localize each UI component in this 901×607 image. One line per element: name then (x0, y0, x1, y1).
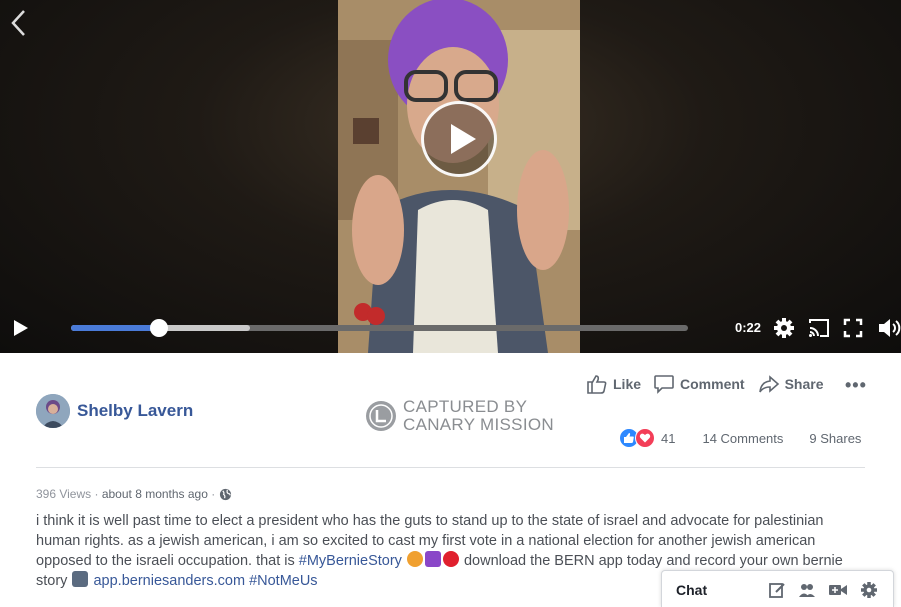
comment-count[interactable]: 14 Comments (702, 431, 783, 446)
compose-icon[interactable] (768, 581, 786, 599)
progress-bar[interactable] (71, 319, 688, 337)
meta-separator: · (91, 487, 102, 501)
post-timestamp[interactable]: about 8 months ago (102, 487, 208, 501)
like-button[interactable]: Like (586, 374, 641, 394)
hashtag-link[interactable]: #MyBernieStory (299, 553, 402, 569)
post-actions: Like Comment Share (586, 374, 824, 394)
share-count[interactable]: 9 Shares (809, 431, 861, 446)
volume-icon[interactable] (877, 316, 901, 340)
fist-emoji-icon (406, 551, 423, 567)
group-icon[interactable] (798, 581, 816, 599)
comment-button[interactable]: Comment (653, 374, 745, 394)
red-heart-emoji-icon (442, 551, 459, 567)
post-stats: 41 14 Comments 9 Shares (619, 428, 861, 448)
cast-icon[interactable] (808, 318, 830, 338)
play-button[interactable] (421, 101, 497, 177)
video-call-icon[interactable] (828, 581, 848, 599)
played-bar (71, 325, 159, 331)
reaction-count[interactable]: 41 (661, 431, 675, 446)
play-pause-icon[interactable] (13, 319, 29, 337)
scrubber-handle[interactable] (150, 319, 168, 337)
play-icon (451, 124, 476, 154)
like-label: Like (613, 376, 642, 392)
post-author: Shelby Lavern (36, 394, 193, 428)
author-name-link[interactable]: Shelby Lavern (77, 401, 193, 421)
comment-bubble-icon (654, 375, 674, 394)
settings-gear-icon[interactable] (773, 317, 795, 339)
comment-label: Comment (680, 376, 745, 392)
share-arrow-icon (758, 375, 779, 393)
chat-bar[interactable]: Chat (661, 570, 894, 607)
canary-mission-watermark: CAPTURED BY CANARY MISSION (366, 398, 554, 434)
hashtag-link[interactable]: #NotMeUs (249, 573, 318, 589)
like-thumb-icon (587, 375, 607, 394)
more-options-button[interactable]: ••• (845, 375, 867, 396)
globe-icon (219, 488, 231, 500)
watermark-line-2: CANARY MISSION (403, 415, 554, 434)
love-reaction-icon (635, 428, 655, 448)
settings-gear-icon[interactable] (860, 581, 878, 599)
video-player[interactable]: 0:22 (0, 0, 901, 353)
current-time: 0:22 (735, 320, 762, 335)
post-meta: 396 Views · about 8 months ago · (36, 487, 232, 501)
divider (36, 467, 865, 468)
chat-label[interactable]: Chat (676, 582, 707, 598)
share-button[interactable]: Share (758, 374, 824, 394)
back-chevron-icon[interactable] (7, 8, 31, 38)
fullscreen-icon[interactable] (843, 318, 863, 338)
app-link[interactable]: app.berniesanders.com (93, 573, 245, 589)
watermark-line-1: CAPTURED BY (403, 397, 528, 416)
view-count: 396 Views (36, 487, 92, 501)
meta-separator: · (207, 487, 219, 501)
avatar-image (36, 394, 70, 428)
canary-logo-icon (366, 401, 396, 431)
share-label: Share (784, 376, 824, 392)
right-arrow-emoji-icon (72, 571, 89, 587)
avatar[interactable] (36, 394, 70, 428)
star-of-david-emoji-icon (424, 551, 441, 567)
